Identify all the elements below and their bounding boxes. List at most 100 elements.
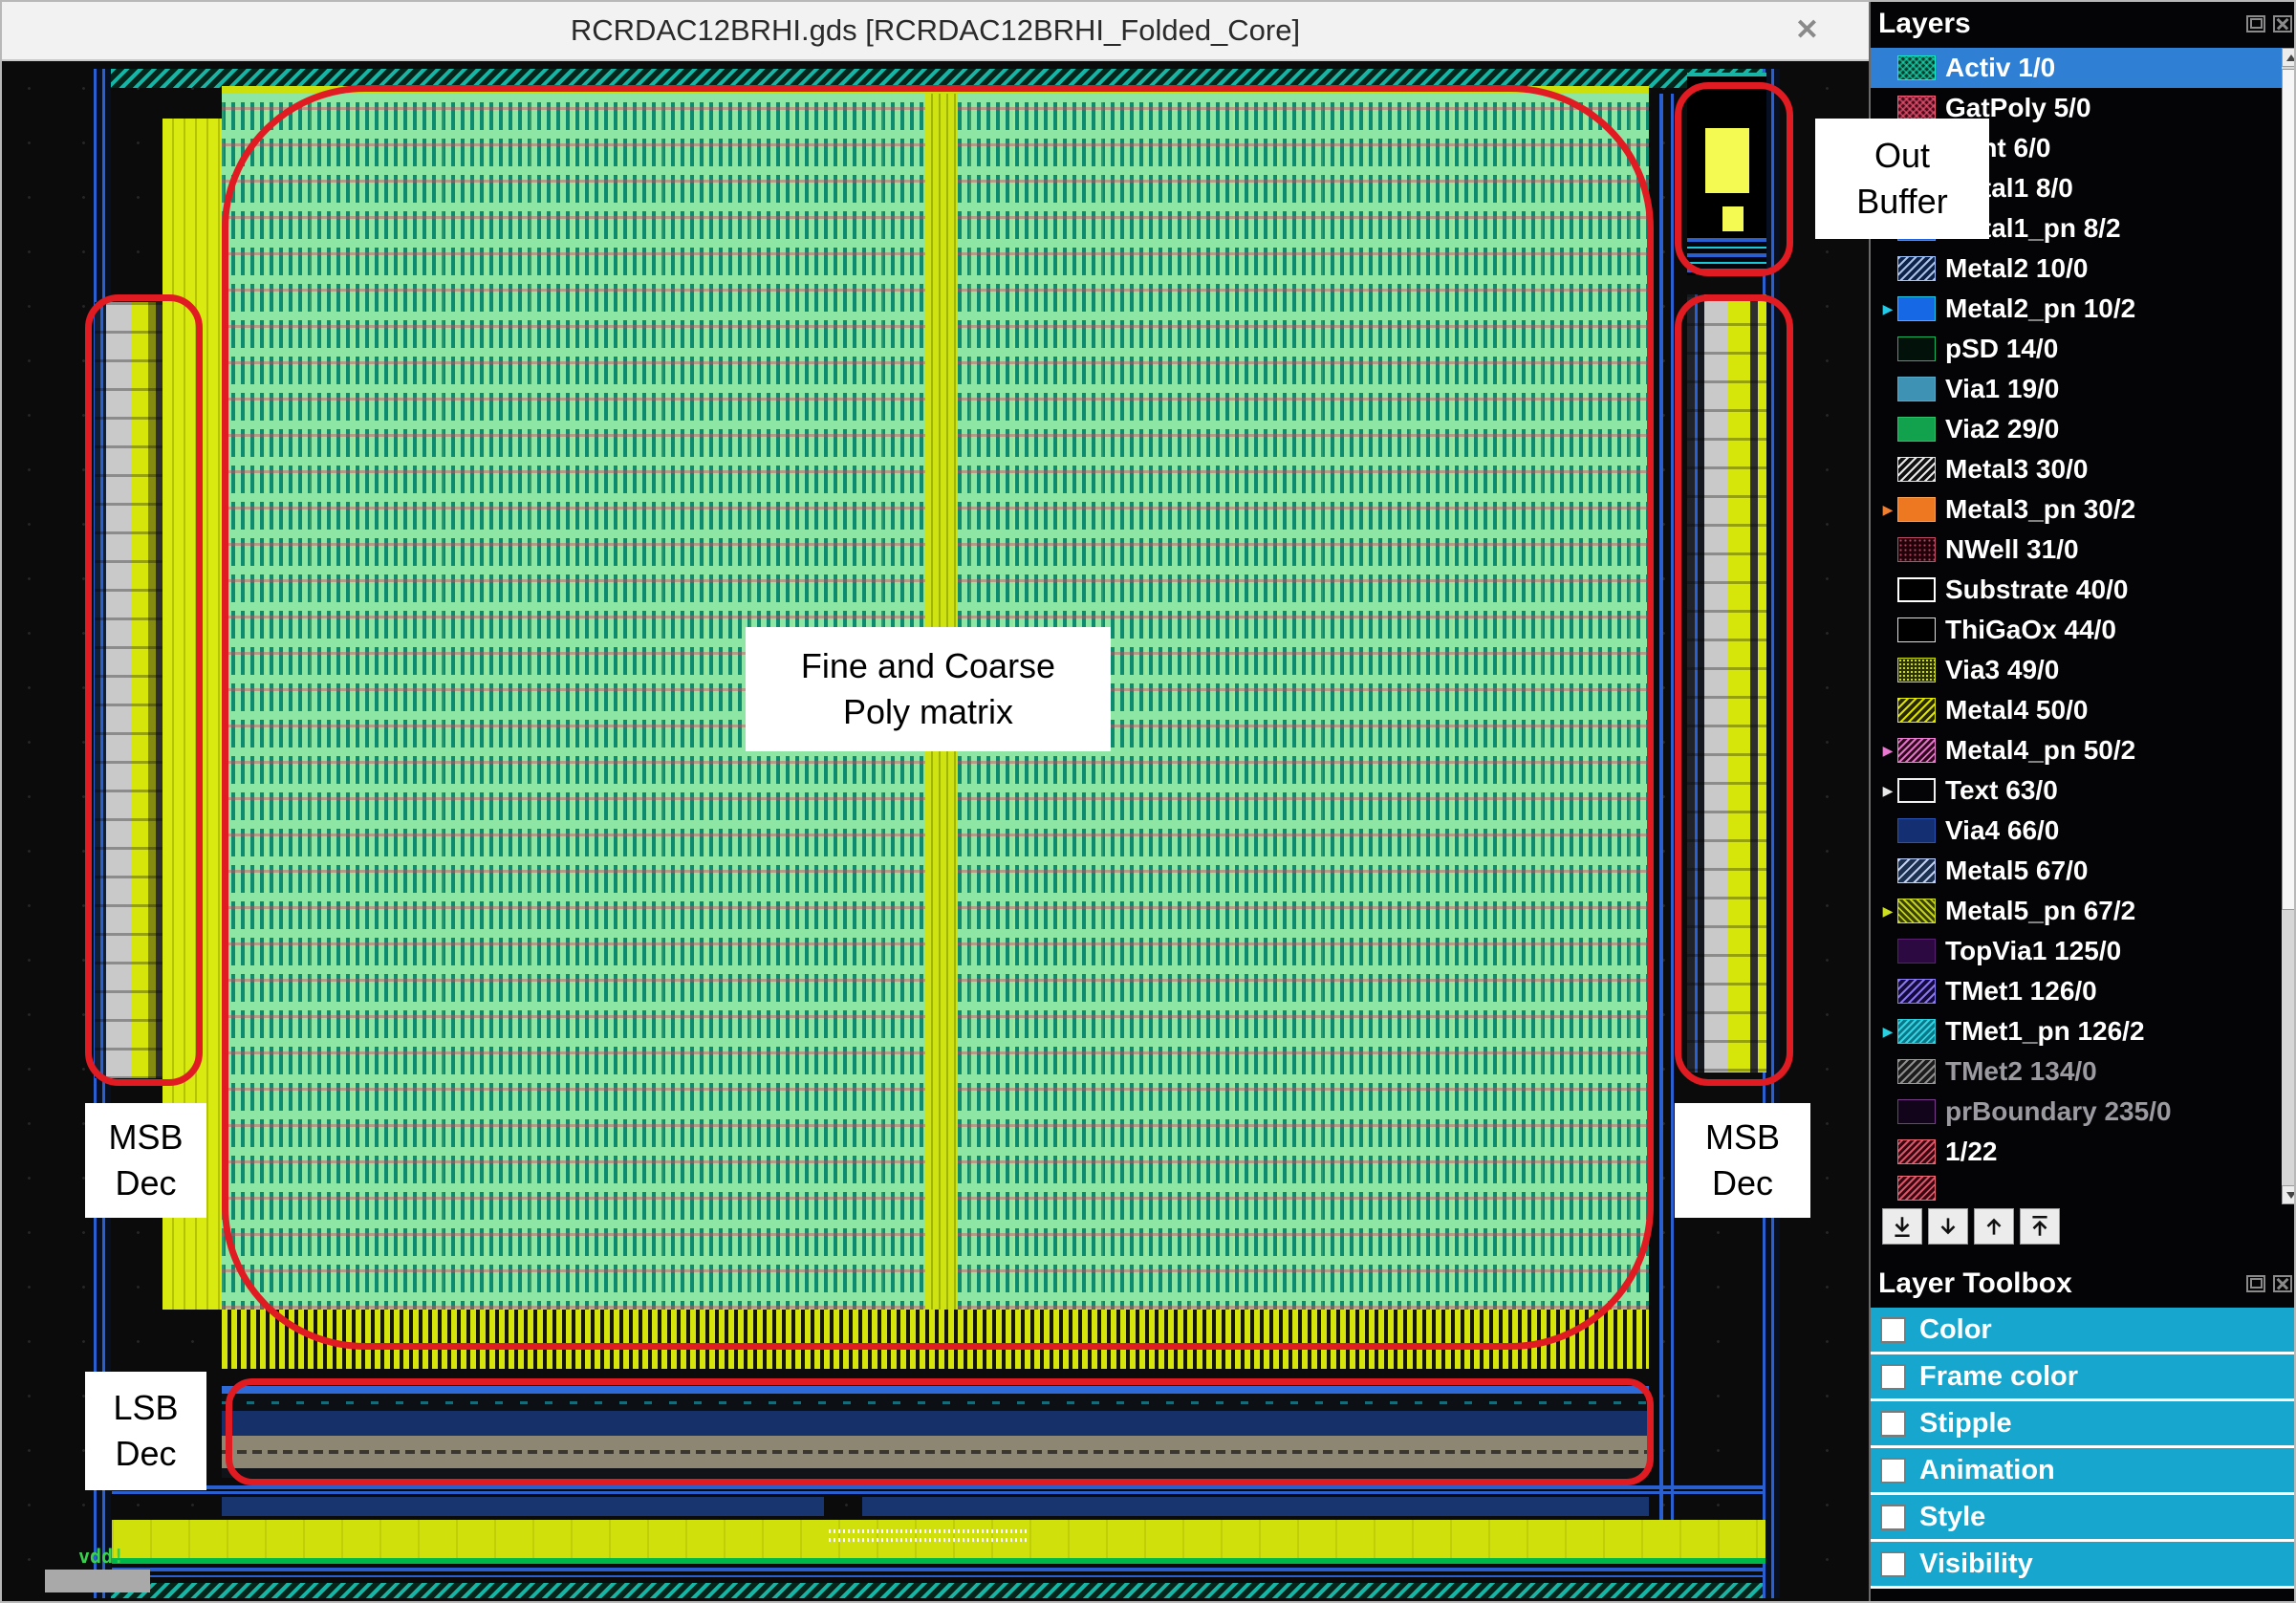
- layer-label: Metal2 10/0: [1945, 253, 2089, 283]
- layer-swatch-icon: [1897, 858, 1936, 883]
- scroll-up-icon[interactable]: [2282, 48, 2294, 67]
- power-rail-blue: [112, 1491, 1765, 1494]
- layer-item-activ-1-0[interactable]: Activ 1/0: [1871, 48, 2282, 88]
- layer-item-tmet2-134-0[interactable]: TMet2 134/0: [1871, 1051, 2282, 1092]
- scrollbar-thumb[interactable]: [2282, 69, 2294, 910]
- layer-swatch-icon: [1897, 939, 1936, 964]
- layer-swatch-icon: [1897, 1099, 1936, 1124]
- layer-item-thigaox-44-0[interactable]: ThiGaOx 44/0: [1871, 610, 2282, 650]
- layer-item-text-63-0[interactable]: ▶ Text 63/0: [1871, 770, 2282, 811]
- layer-item-tmet1-126-0[interactable]: TMet1 126/0: [1871, 971, 2282, 1011]
- layer-item-1-22[interactable]: 1/22: [1871, 1132, 2282, 1172]
- annotation-outline-lsb: [226, 1378, 1654, 1485]
- layers-scrollbar[interactable]: [2282, 48, 2294, 1204]
- layer-label: ThiGaOx 44/0: [1945, 615, 2116, 644]
- layer-move-buttons: [1882, 1208, 2060, 1245]
- layer-item-via2-29-0[interactable]: Via2 29/0: [1871, 409, 2282, 449]
- layer-item-metal2-pn-10-2[interactable]: ▶ Metal2_pn 10/2: [1871, 289, 2282, 329]
- layout-canvas[interactable]: vdd!: [2, 61, 1869, 1601]
- layer-item-metal3-30-0[interactable]: Metal3 30/0: [1871, 449, 2282, 489]
- layer-item-metal5-67-0[interactable]: Metal5 67/0: [1871, 851, 2282, 891]
- toolbox-row-animation[interactable]: Animation: [1871, 1448, 2294, 1495]
- layer-item-topvia1-125-0[interactable]: TopVia1 125/0: [1871, 931, 2282, 971]
- annotation-text: Dec: [115, 1434, 177, 1473]
- layer-toolbox-rows: Color Frame color Stipple Animation Style Vis…: [1871, 1308, 2294, 1589]
- layer-item-via4-66-0[interactable]: Via4 66/0: [1871, 811, 2282, 851]
- toolbox-row-style[interactable]: Style: [1871, 1495, 2294, 1542]
- expand-marker-icon[interactable]: ▶: [1878, 301, 1897, 317]
- layer-item-nwell-31-0[interactable]: NWell 31/0: [1871, 530, 2282, 570]
- layer-item-psd-14-0[interactable]: pSD 14/0: [1871, 329, 2282, 369]
- toolbox-label: Frame color: [1919, 1360, 2078, 1392]
- layer-item-via3-49-0[interactable]: Via3 49/0: [1871, 650, 2282, 690]
- toolbox-row-color[interactable]: Color: [1871, 1308, 2294, 1354]
- layer-swatch-icon: [1897, 256, 1936, 281]
- layer-swatch-icon: [1897, 96, 1936, 120]
- expand-marker-icon[interactable]: ▶: [1878, 783, 1897, 799]
- layer-item-substrate-40-0[interactable]: Substrate 40/0: [1871, 570, 2282, 610]
- layer-toolbox-title: Layer Toolbox: [1878, 1267, 2072, 1299]
- animation-checkbox[interactable]: [1880, 1457, 1906, 1484]
- toolbox-row-visibility[interactable]: Visibility: [1871, 1542, 2294, 1589]
- layer-item-metal4-50-0[interactable]: Metal4 50/0: [1871, 690, 2282, 730]
- annotation-label-lsb: LSB Dec: [85, 1372, 206, 1490]
- layer-label: Activ 1/0: [1945, 53, 2056, 82]
- annotation-outline-msb-right: [1675, 294, 1793, 1086]
- layer-swatch-icon: [1897, 497, 1936, 522]
- visibility-checkbox[interactable]: [1880, 1550, 1906, 1577]
- layer-label: Via1 19/0: [1945, 374, 2060, 403]
- expand-marker-icon[interactable]: ▶: [1878, 1024, 1897, 1040]
- layer-toolbox-header: Layer Toolbox: [1871, 1262, 2294, 1306]
- frame-color-checkbox[interactable]: [1880, 1363, 1906, 1390]
- layer-item-via1-19-0[interactable]: Via1 19/0: [1871, 369, 2282, 409]
- annotation-text: Out: [1874, 136, 1931, 176]
- close-icon[interactable]: ✕: [1795, 13, 1819, 47]
- layer-item-prboundary-235-0[interactable]: prBoundary 235/0: [1871, 1092, 2282, 1132]
- layout-viewer-window: RCRDAC12BRHI.gds [RCRDAC12BRHI_Folded_Co…: [0, 0, 2296, 1603]
- layer-swatch-icon: [1897, 417, 1936, 442]
- bottom-left-pad: [45, 1570, 150, 1592]
- toolbox-label: Style: [1919, 1501, 1986, 1532]
- color-checkbox[interactable]: [1880, 1316, 1906, 1343]
- float-panel-icon[interactable]: [2246, 15, 2265, 32]
- close-panel-icon[interactable]: [2273, 1275, 2292, 1292]
- layer-swatch-icon: [1897, 698, 1936, 723]
- move-layer-top-button[interactable]: [2020, 1208, 2060, 1245]
- layer-label: pSD 14/0: [1945, 334, 2059, 363]
- scroll-down-icon[interactable]: [2282, 1185, 2294, 1204]
- move-layer-bottom-button[interactable]: [1882, 1208, 1922, 1245]
- layer-swatch-icon: [1897, 778, 1936, 803]
- layer-swatch-icon: [1897, 1139, 1936, 1164]
- layer-item-metal2-10-0[interactable]: Metal2 10/0: [1871, 249, 2282, 289]
- power-rail-blue: [112, 1575, 1765, 1577]
- layer-item-metal3-pn-30-2[interactable]: ▶ Metal3_pn 30/2: [1871, 489, 2282, 530]
- toolbox-label: Visibility: [1919, 1548, 2033, 1579]
- dock-panel: Layers Activ 1/0 GatPoly 5/0 Cont 6/0 Metal…: [1869, 2, 2294, 1601]
- layer-swatch-icon: [1897, 577, 1936, 602]
- expand-marker-icon[interactable]: ▶: [1878, 903, 1897, 920]
- move-layer-up-button[interactable]: [1974, 1208, 2014, 1245]
- expand-marker-icon[interactable]: ▶: [1878, 502, 1897, 518]
- layer-item-partial-28[interactable]: [1871, 1172, 2282, 1204]
- style-checkbox[interactable]: [1880, 1504, 1906, 1530]
- stipple-checkbox[interactable]: [1880, 1410, 1906, 1437]
- annotation-label-msb-right: MSB Dec: [1675, 1103, 1810, 1218]
- layers-panel-title: Layers: [1878, 8, 1971, 39]
- move-layer-down-button[interactable]: [1928, 1208, 1968, 1245]
- annotation-text: Fine and Coarse: [800, 646, 1056, 686]
- layer-label: Via2 29/0: [1945, 414, 2060, 444]
- close-panel-icon[interactable]: [2273, 15, 2292, 32]
- expand-marker-icon[interactable]: ▶: [1878, 743, 1897, 759]
- layer-item-tmet1-pn-126-2[interactable]: ▶ TMet1_pn 126/2: [1871, 1011, 2282, 1051]
- annotation-label-matrix: Fine and Coarse Poly matrix: [746, 627, 1111, 751]
- layer-item-metal4-pn-50-2[interactable]: ▶ Metal4_pn 50/2: [1871, 730, 2282, 770]
- annotation-text: MSB: [1704, 1117, 1780, 1158]
- layer-item-metal5-pn-67-2[interactable]: ▶ Metal5_pn 67/2: [1871, 891, 2282, 931]
- layer-label: Metal4 50/0: [1945, 695, 2089, 725]
- toolbox-row-stipple[interactable]: Stipple: [1871, 1401, 2294, 1448]
- float-panel-icon[interactable]: [2246, 1275, 2265, 1292]
- toolbox-row-frame-color[interactable]: Frame color: [1871, 1354, 2294, 1401]
- annotation-text: LSB: [113, 1388, 179, 1428]
- toolbox-label: Color: [1919, 1313, 1992, 1345]
- layer-swatch-icon: [1897, 336, 1936, 361]
